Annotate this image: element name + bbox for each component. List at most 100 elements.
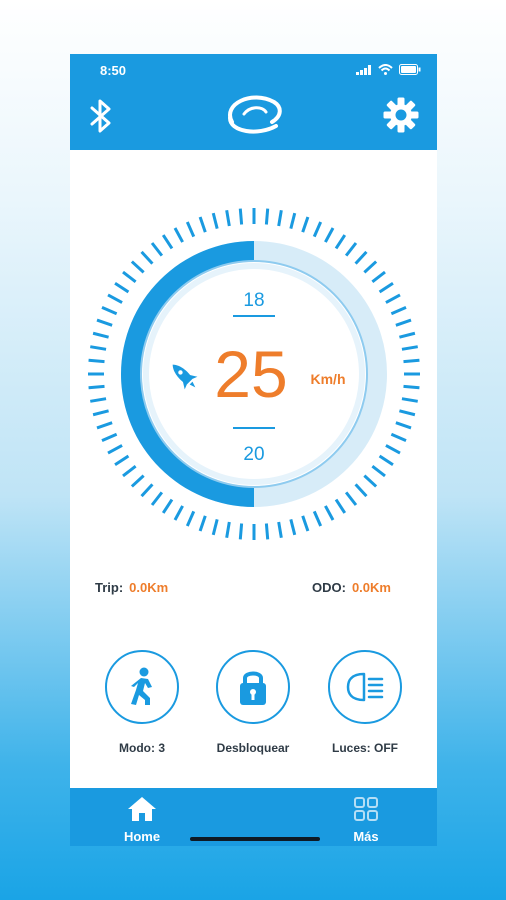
gauge-tick [371,270,386,284]
gauge-tick [88,358,105,364]
gauge-tick [334,234,347,250]
gauge-tick [354,250,368,265]
wifi-icon [378,64,393,75]
gauge-tick [140,250,154,265]
gauge-tick [140,483,154,498]
gauge-tick [289,519,297,536]
tab-more-label: Más [353,829,379,844]
tab-more[interactable]: Más [326,796,406,844]
gauge-tick [198,216,207,233]
gauge-tick [312,221,323,238]
mode-label: Modo: 3 [119,741,165,755]
gauge-tick [198,515,207,532]
gauge-tick [324,505,335,521]
speed-value: 25 [214,337,287,411]
gauge-tick [130,260,145,274]
home-indicator [190,837,320,841]
gauge-tick [101,432,118,443]
status-icons [356,64,421,75]
headlight-icon [346,672,384,702]
gauge-tick [385,293,401,304]
gauge-tick [363,260,378,274]
gauge-tick [225,521,231,538]
gauge-tick [185,221,196,238]
gauge-tick [334,498,347,514]
battery-icon [399,64,421,75]
mode-button[interactable] [105,650,179,724]
gauge-tick [92,409,109,417]
gauge-tick [289,212,297,229]
gauge-bottom-value: 20 [243,444,264,465]
gear-icon[interactable] [382,96,420,134]
gauge-tick [122,464,137,478]
walking-person-icon [131,667,152,705]
gauge-tick [399,409,416,417]
app-header: 8:50 [70,54,437,150]
gauge-tick [211,212,219,229]
speed-unit: Km/h [311,371,346,387]
gauge-tick [114,281,130,294]
gauge-tick [312,510,323,527]
gauge-tick [130,474,145,488]
odo-stat: ODO: 0.0Km [312,580,391,595]
gauge-tick [401,345,418,351]
gauge-top-value: 18 [243,290,264,311]
gauge-tick [395,318,412,327]
gauge-tick [238,208,244,225]
grid-icon [354,797,378,821]
gauge-tick [173,227,184,243]
bluetooth-icon[interactable] [89,99,113,133]
gauge-tick [238,523,244,540]
trip-value: 0.0Km [129,580,169,595]
unlock-button[interactable] [216,650,290,724]
gauge-tick [277,521,283,538]
gauge-tick [150,491,164,506]
bottom-tab-bar: Home Más [70,788,437,846]
gauge-tick [161,498,174,514]
gauge-tick [88,384,105,390]
gauge-tick [92,331,109,339]
lights-button[interactable] [328,650,402,724]
gauge-tick [211,519,219,536]
tab-home[interactable]: Home [102,796,182,844]
gauge-tick [96,421,113,430]
signal-icon [356,64,371,75]
gauge-tick [390,305,407,316]
gauge-tick [403,358,420,364]
gauge-tick [277,210,283,227]
gauge-tick [324,227,335,243]
gauge-tick [399,331,416,339]
gauge-tick [354,483,368,498]
gauge-tick [363,474,378,488]
lights-label: Luces: OFF [331,741,398,755]
trip-stat: Trip: 0.0Km [95,580,168,595]
status-time: 8:50 [100,63,127,78]
gauge-tick [150,242,164,257]
trip-label: Trip: [95,580,124,595]
gauge-tick [301,515,310,532]
gauge-tick [107,293,123,304]
gauge-tick [403,384,420,390]
gauge-tick [344,491,358,506]
lock-icon [240,671,266,705]
gauge-tick [90,397,107,403]
gauge-tick [344,242,358,257]
odo-label: ODO: [312,580,346,595]
gauge-tick [371,464,386,478]
gauge-tick [173,505,184,521]
gauge-tick [107,444,123,455]
gauge-tick [114,454,130,467]
gauge-tick [301,216,310,233]
gauge-tick [264,208,270,225]
gauge-tick [395,421,412,430]
phone-screen: 8:50 18 20 25 Km/h Trip: 0.0Km ODO: 0.0K… [70,54,437,846]
gauge-tick [378,281,394,294]
home-icon [128,797,156,821]
gauge-tick [401,397,418,403]
gauge-tick [122,270,137,284]
gauge-tick [385,444,401,455]
gauge-tick [161,234,174,250]
odo-value: 0.0Km [351,580,391,595]
gauge-tick [390,432,407,443]
gauge-tick [225,210,231,227]
